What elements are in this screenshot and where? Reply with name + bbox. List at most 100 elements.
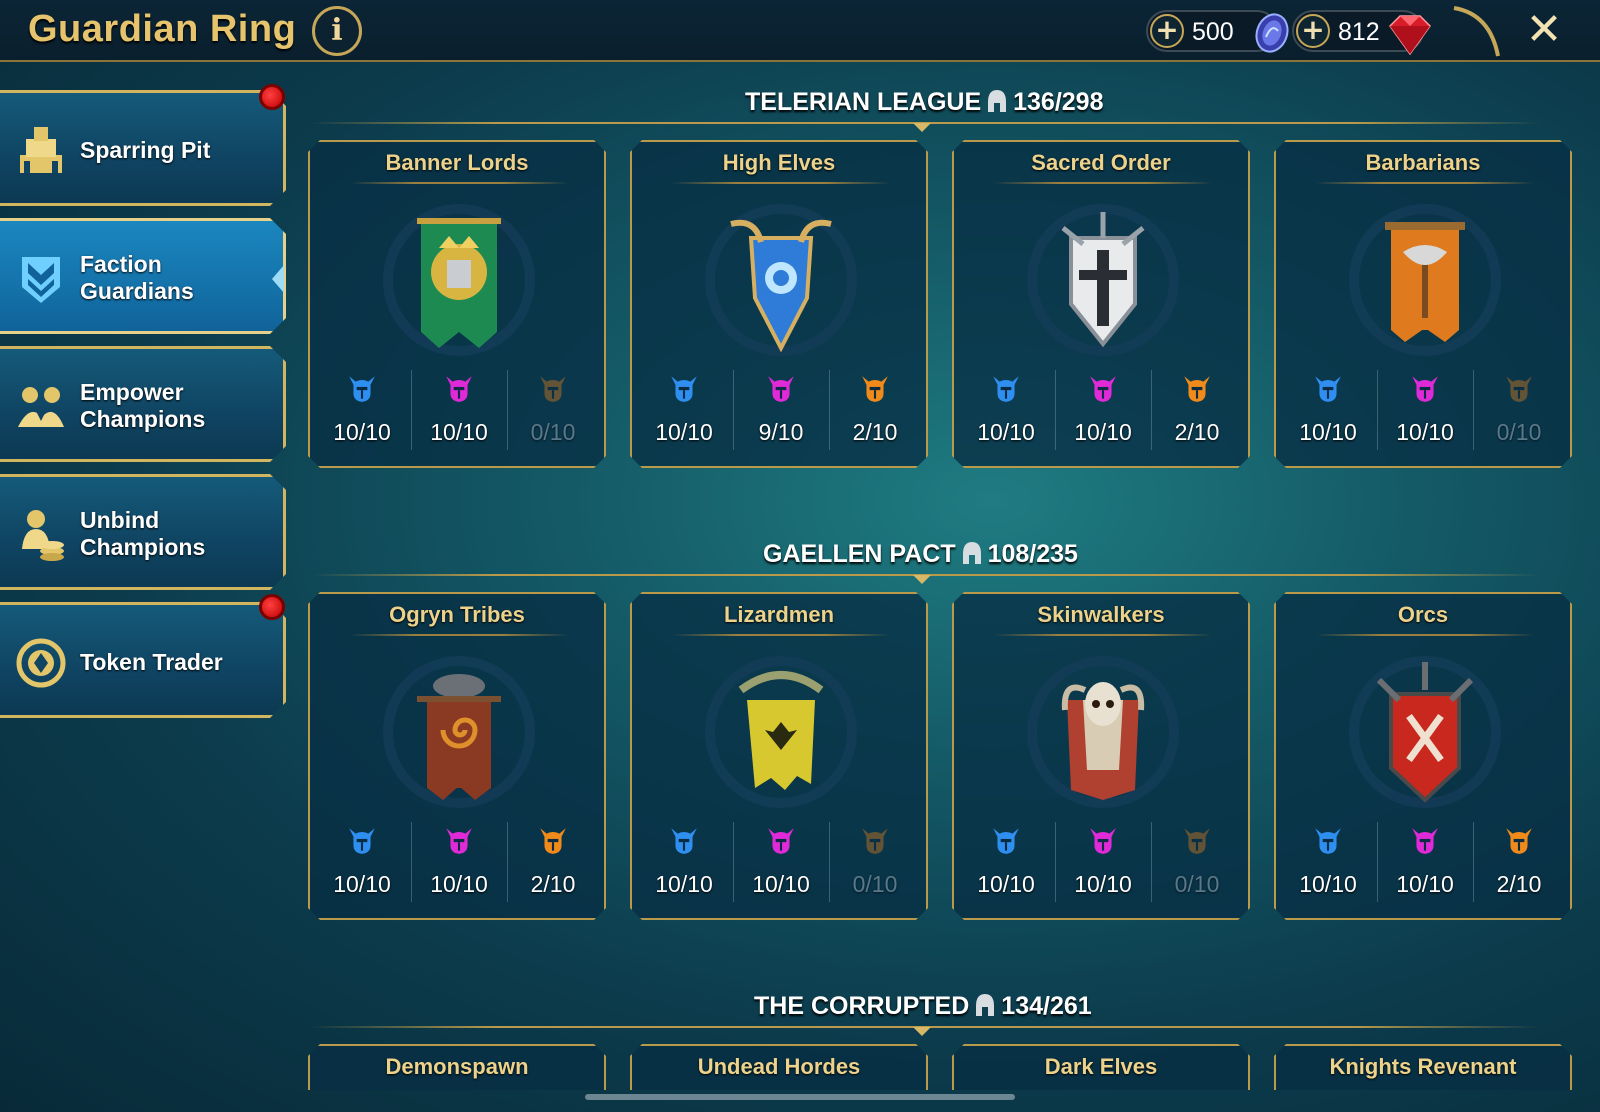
faction-name: Skinwalkers (1037, 602, 1165, 627)
section-caret-icon (913, 575, 931, 584)
card-divider (1316, 634, 1534, 636)
faction-card[interactable]: Barbarians 10/10 10/10 0/10 (1274, 140, 1572, 468)
section-title: TELERIAN LEAGUE 136/298 (745, 88, 1104, 120)
helmet-icon (988, 90, 1007, 112)
legendary-count: 2/10 (1174, 419, 1220, 445)
sidebar-item-empower-champions[interactable]: Empower Champions (0, 346, 286, 462)
sidebar-item-label: Unbind (80, 507, 160, 533)
epic-helmet-icon (446, 376, 472, 402)
rare-helmet-icon (671, 828, 697, 854)
rare-count: 10/10 (333, 419, 391, 445)
epic-count: 10/10 (1396, 871, 1454, 897)
rare-guardians-stat: 10/10 (1281, 372, 1375, 446)
faction-card[interactable]: Banner Lords 10/10 10/10 0/10 (308, 140, 606, 468)
sidebar-item-label: Champions (80, 534, 206, 560)
info-button[interactable]: i (312, 6, 362, 56)
rare-helmet-icon (349, 376, 375, 402)
faction-card[interactable]: Orcs 10/10 10/10 2/10 (1274, 592, 1572, 920)
legendary-count: 0/10 (852, 871, 898, 897)
faction-card[interactable]: Demonspawn (308, 1044, 606, 1090)
notification-dot (259, 594, 285, 620)
faction-card[interactable]: Knights Revenant (1274, 1044, 1572, 1090)
legendary-helmet-icon (1506, 376, 1532, 402)
faction-card[interactable]: High Elves 10/10 9/10 2/10 (630, 140, 928, 468)
rare-guardians-stat: 10/10 (637, 824, 731, 898)
epic-guardians-stat: 10/10 (1056, 824, 1150, 898)
card-divider (350, 182, 568, 184)
orcs-emblem-icon (1376, 662, 1474, 803)
rare-count: 10/10 (333, 871, 391, 897)
card-divider (672, 182, 890, 184)
legendary-guardians-stat: 2/10 (1150, 372, 1244, 446)
sidebar-item-label: Guardians (80, 278, 194, 304)
epic-count: 10/10 (1074, 419, 1132, 445)
notification-dot (259, 84, 285, 110)
faction-guardians-icon (22, 257, 60, 303)
legendary-helmet-icon (540, 376, 566, 402)
legendary-guardians-stat: 0/10 (1472, 372, 1566, 446)
section-caret-icon (913, 1027, 931, 1036)
faction-card[interactable]: Dark Elves (952, 1044, 1250, 1090)
add-silver-button[interactable]: + (1150, 14, 1184, 48)
sidebar-item-token-trader[interactable]: Token Trader (0, 602, 286, 718)
faction-card[interactable]: Skinwalkers 10/10 10/10 0/10 (952, 592, 1250, 920)
faction-name: Orcs (1397, 602, 1449, 627)
legendary-helmet-icon (1184, 376, 1210, 402)
legendary-count: 2/10 (530, 871, 576, 897)
unbind-champions-icon (22, 510, 64, 561)
legendary-count: 0/10 (530, 419, 576, 445)
sidebar-item-faction-guardians[interactable]: Faction Guardians (0, 218, 286, 334)
rare-count: 10/10 (655, 419, 713, 445)
epic-count: 10/10 (1396, 419, 1454, 445)
sacred-order-emblem-icon (1061, 212, 1145, 348)
blue-coin-icon (1255, 13, 1289, 53)
token-trader-icon (16, 638, 66, 688)
epic-helmet-icon (768, 376, 794, 402)
faction-name: High Elves (722, 150, 836, 175)
sidebar-item-label: Champions (80, 406, 206, 432)
section-name: THE CORRUPTED (754, 992, 970, 1020)
close-button[interactable]: ✕ (1520, 6, 1568, 54)
card-divider (994, 634, 1212, 636)
section-name: TELERIAN LEAGUE (745, 88, 982, 116)
rare-helmet-icon (349, 828, 375, 854)
rare-guardians-stat: 10/10 (1281, 824, 1375, 898)
faction-name: Sacred Order (1031, 150, 1171, 175)
lizardmen-emblem-icon (738, 671, 824, 790)
scrollbar[interactable] (585, 1094, 1015, 1100)
rare-count: 10/10 (1299, 419, 1357, 445)
epic-guardians-stat: 10/10 (1378, 824, 1472, 898)
legendary-helmet-icon (1184, 828, 1210, 854)
epic-guardians-stat: 9/10 (734, 372, 828, 446)
legendary-helmet-icon (1506, 828, 1532, 854)
epic-count: 9/10 (758, 419, 804, 445)
ogryn-tribes-emblem-icon (417, 674, 501, 800)
rare-guardians-stat: 10/10 (959, 372, 1053, 446)
helmet-icon (976, 994, 995, 1016)
top-bar: Guardian Ring i + 500 + 812 ✕ (0, 0, 1600, 62)
epic-helmet-icon (1412, 376, 1438, 402)
faction-card[interactable]: Sacred Order 10/10 10/10 2/10 (952, 140, 1250, 468)
faction-card[interactable]: Undead Hordes (630, 1044, 928, 1090)
skinwalkers-emblem-icon (1061, 682, 1145, 800)
rare-helmet-icon (993, 828, 1019, 854)
rare-count: 10/10 (1299, 871, 1357, 897)
gems-value: 812 (1338, 18, 1380, 46)
faction-name: Demonspawn (385, 1054, 529, 1079)
sidebar-item-unbind-champions[interactable]: Unbind Champions (0, 474, 286, 590)
add-gems-button[interactable]: + (1296, 14, 1330, 48)
section-caret-icon (913, 123, 931, 132)
legendary-guardians-stat: 2/10 (828, 372, 922, 446)
legendary-helmet-icon (540, 828, 566, 854)
faction-name: Lizardmen (723, 602, 835, 627)
section-title: THE CORRUPTED 134/261 (754, 992, 1092, 1024)
faction-card[interactable]: Ogryn Tribes 10/10 10/10 2/10 (308, 592, 606, 920)
faction-card[interactable]: Lizardmen 10/10 10/10 0/10 (630, 592, 928, 920)
faction-name: Banner Lords (385, 150, 529, 175)
sidebar-item-label: Faction (80, 251, 162, 277)
card-divider (994, 182, 1212, 184)
active-indicator-icon (272, 265, 284, 293)
sidebar-item-label: Token Trader (80, 649, 223, 675)
sidebar-item-sparring-pit[interactable]: Sparring Pit (0, 90, 286, 206)
card-divider (350, 634, 568, 636)
